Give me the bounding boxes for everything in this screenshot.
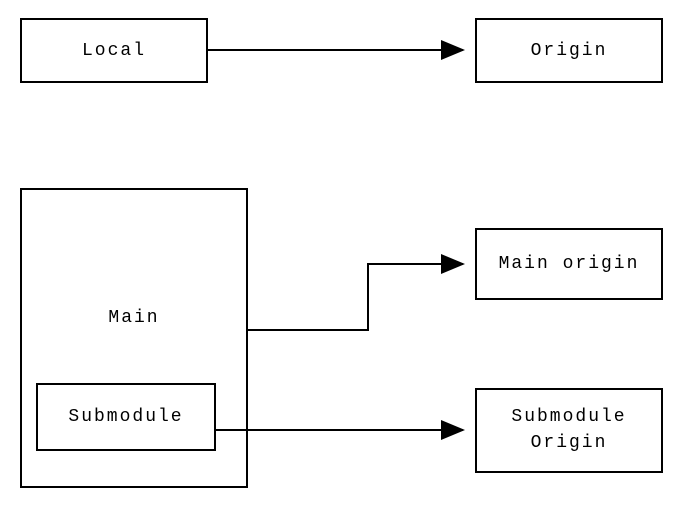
main-origin-label: Main origin [499, 254, 640, 274]
origin-box: Origin [475, 18, 663, 83]
origin-label: Origin [531, 41, 608, 61]
submodule-origin-box: Submodule Origin [475, 388, 663, 473]
submodule-box: Submodule [36, 383, 216, 451]
main-origin-box: Main origin [475, 228, 663, 300]
arrow-local-to-origin [208, 40, 475, 60]
local-label: Local [82, 41, 146, 61]
arrow-main-to-main-origin [248, 250, 475, 340]
submodule-origin-label: Submodule Origin [511, 405, 626, 455]
main-label: Main [22, 308, 246, 328]
arrow-submodule-to-submodule-origin [216, 420, 475, 440]
submodule-label: Submodule [68, 407, 183, 427]
local-box: Local [20, 18, 208, 83]
